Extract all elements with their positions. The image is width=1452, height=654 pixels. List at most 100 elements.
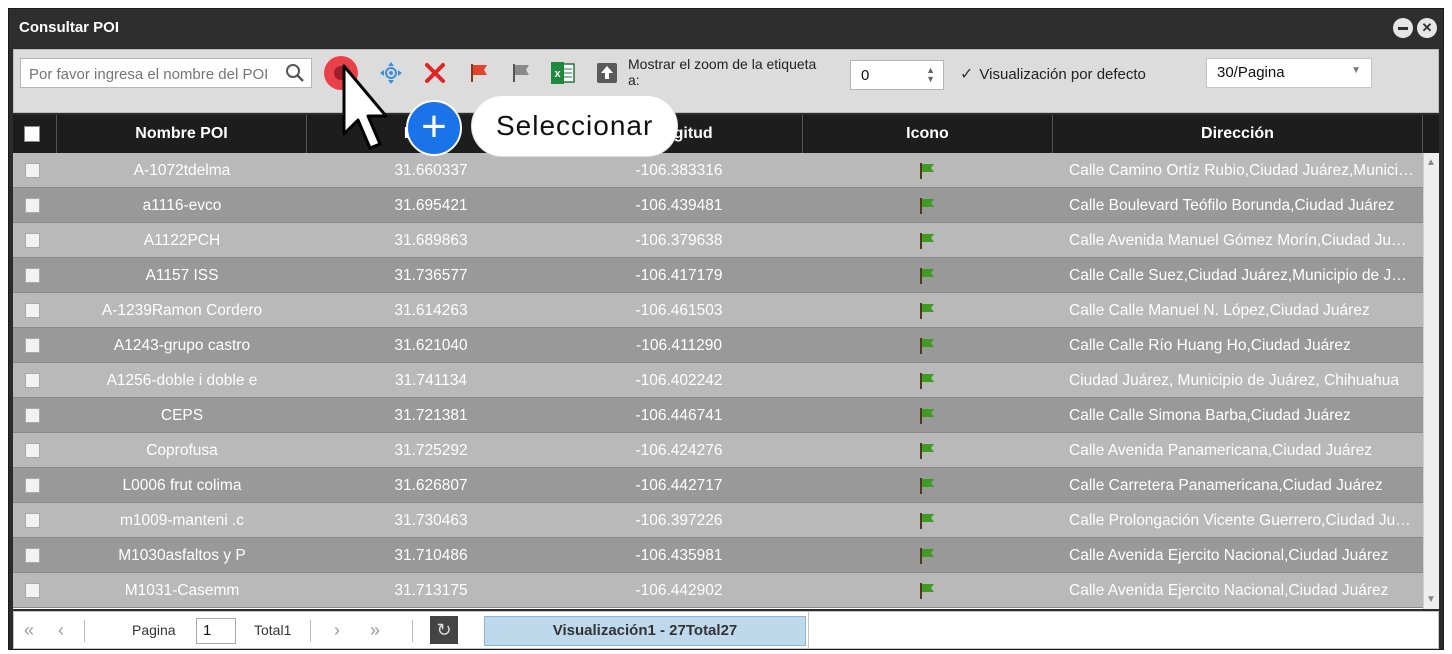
table-row[interactable]: m1009-manteni .c 31.730463 -106.397226 Call…: [13, 503, 1423, 538]
vertical-scrollbar[interactable]: ▲ ▼: [1423, 153, 1439, 609]
window-title: Consultar POI: [19, 19, 120, 36]
table-row[interactable]: CEPS 31.721381 -106.446741 Calle Calle Simo…: [13, 398, 1423, 433]
poi-name-cell: m1009-manteni .c: [119, 512, 245, 529]
table-row[interactable]: Coprofusa 31.725292 -106.424276 Calle Aveni…: [13, 433, 1423, 468]
latitude-cell: 31.730463: [394, 512, 468, 529]
gray-flag-icon[interactable]: [508, 60, 534, 86]
zoom-label: Mostrar el zoom de la etiqueta a:: [628, 56, 817, 88]
window-controls: ✕: [1393, 18, 1437, 38]
latitude-cell: 31.626807: [394, 477, 468, 494]
add-plus-icon: +: [406, 100, 462, 156]
table-row[interactable]: A1157 ISS 31.736577 -106.417179 Calle Calle…: [13, 258, 1423, 293]
red-flag-icon[interactable]: [466, 60, 492, 86]
table-row[interactable]: A-1072tdelma 31.660337 -106.383316 Calle Ca…: [13, 153, 1423, 188]
checkmark-icon[interactable]: ✓: [960, 64, 973, 84]
header-name[interactable]: Nombre POI: [57, 115, 307, 153]
poi-name-cell: a1116-evco: [142, 197, 222, 214]
last-page-icon[interactable]: »: [370, 620, 380, 641]
default-view-checkbox[interactable]: ✓ Visualización por defecto: [960, 64, 1146, 84]
page-size-select[interactable]: 30/Pagina ▼: [1206, 58, 1372, 88]
table-body: A-1072tdelma 31.660337 -106.383316 Calle Ca…: [13, 153, 1423, 609]
page-input[interactable]: 1: [196, 618, 236, 644]
scroll-down-icon[interactable]: ▼: [1426, 594, 1436, 605]
longitude-cell: -106.446741: [635, 407, 723, 424]
longitude-cell: -106.442717: [635, 477, 723, 494]
row-checkbox[interactable]: [25, 443, 40, 458]
table-row[interactable]: A-1239Ramon Cordero 31.614263 -106.461503 C…: [13, 293, 1423, 328]
row-checkbox[interactable]: [25, 268, 40, 283]
header-address[interactable]: Dirección: [1053, 115, 1423, 153]
row-checkbox[interactable]: [25, 583, 40, 598]
table-row[interactable]: a1116-evco 31.695421 -106.439481 Calle Boul…: [13, 188, 1423, 223]
excel-export-icon[interactable]: x: [550, 60, 576, 86]
poi-name-cell: CEPS: [160, 407, 204, 424]
minimize-icon[interactable]: [1393, 18, 1413, 38]
select-all-checkbox[interactable]: [24, 126, 40, 142]
first-page-icon[interactable]: «: [24, 620, 34, 641]
pager-divider: [412, 620, 413, 642]
row-checkbox[interactable]: [25, 513, 40, 528]
green-flag-icon: [920, 408, 934, 424]
address-cell: Calle Avenida Ejercito Nacional,Ciudad J…: [1069, 582, 1389, 599]
longitude-cell: -106.417179: [635, 267, 723, 284]
row-checkbox[interactable]: [25, 163, 40, 178]
row-checkbox[interactable]: [25, 233, 40, 248]
upload-icon[interactable]: [594, 60, 620, 86]
poi-name-cell: Coprofusa: [146, 442, 218, 459]
next-page-icon[interactable]: ›: [334, 620, 340, 641]
prev-page-icon[interactable]: ‹: [58, 620, 64, 641]
zoom-value[interactable]: 0: [861, 67, 869, 84]
scroll-up-icon[interactable]: ▲: [1426, 157, 1436, 168]
latitude-cell: 31.621040: [394, 337, 468, 354]
search-icon[interactable]: [285, 63, 305, 83]
row-checkbox[interactable]: [25, 303, 40, 318]
pager-spacer: [808, 612, 1439, 648]
header-icon[interactable]: Icono: [803, 115, 1053, 153]
latitude-cell: 31.741134: [394, 372, 468, 389]
longitude-cell: -106.383316: [635, 162, 723, 179]
address-cell: Calle Camino Ortíz Rubio,Ciudad Juárez,M…: [1069, 162, 1415, 179]
green-flag-icon: [920, 198, 934, 214]
stepper-arrows-icon[interactable]: ▲ ▼: [926, 66, 935, 84]
poi-name-cell: L0006 frut colima: [122, 477, 242, 494]
table-row[interactable]: M1031-Casemm 31.713175 -106.442902 Calle Av…: [13, 573, 1423, 608]
address-cell: Calle Avenida Ejercito Nacional,Ciudad J…: [1069, 547, 1389, 564]
longitude-cell: -106.411290: [636, 337, 722, 354]
svg-text:x: x: [554, 68, 561, 80]
table-header: Nombre POI Latitud Longitud Icono Direcc…: [13, 115, 1439, 153]
longitude-cell: -106.435981: [635, 547, 723, 564]
close-icon[interactable]: ✕: [1417, 18, 1437, 38]
row-checkbox[interactable]: [25, 373, 40, 388]
table-row[interactable]: A1256-doble i doble e 31.741134 -106.40224…: [13, 363, 1423, 398]
row-checkbox[interactable]: [25, 478, 40, 493]
refresh-icon[interactable]: ↻: [430, 616, 458, 644]
row-checkbox[interactable]: [25, 548, 40, 563]
row-checkbox[interactable]: [25, 408, 40, 423]
search-box: [20, 58, 312, 88]
delete-icon[interactable]: [422, 60, 448, 86]
address-cell: Calle Boulevard Teófilo Borunda,Ciudad J…: [1069, 197, 1395, 214]
table-row[interactable]: M1030asfaltos y P 31.710486 -106.435981 Cal…: [13, 538, 1423, 573]
latitude-cell: 31.713175: [394, 582, 468, 599]
row-checkbox[interactable]: [25, 198, 40, 213]
longitude-cell: -106.379638: [635, 232, 723, 249]
green-flag-icon: [920, 338, 934, 354]
page-label: Pagina: [132, 622, 176, 638]
pager-divider: [310, 620, 311, 642]
pager-divider: [84, 620, 85, 642]
mouse-pointer-icon: [342, 64, 388, 150]
table-row[interactable]: L0006 frut colima 31.626807 -106.442717 Cal…: [13, 468, 1423, 503]
table-row[interactable]: A1243-grupo castro 31.621040 -106.411290 Ca…: [13, 328, 1423, 363]
total-pages: Total1: [254, 622, 292, 638]
zoom-stepper[interactable]: 0 ▲ ▼: [850, 60, 944, 90]
search-input[interactable]: [27, 61, 281, 87]
row-checkbox[interactable]: [25, 338, 40, 353]
green-flag-icon: [920, 583, 934, 599]
table-row[interactable]: A1122PCH 31.689863 -106.379638 Calle Avenid…: [13, 223, 1423, 258]
poi-name-cell: A1256-doble i doble e: [106, 372, 258, 389]
latitude-cell: 31.614263: [394, 302, 468, 319]
default-view-label: Visualización por defecto: [979, 65, 1146, 83]
select-tooltip: Seleccionar: [472, 96, 678, 156]
poi-name-cell: A-1072tdelma: [133, 162, 231, 179]
chevron-down-icon[interactable]: ▼: [1351, 65, 1361, 76]
